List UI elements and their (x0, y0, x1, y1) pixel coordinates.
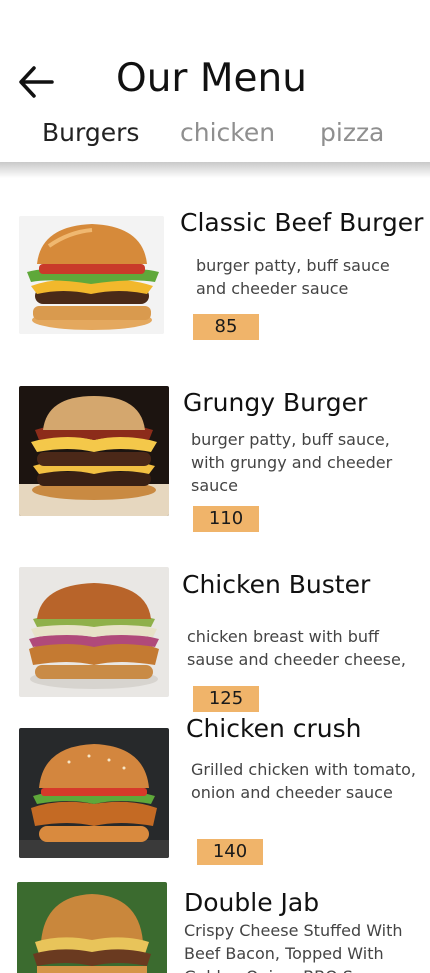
arrow-left-icon (19, 66, 54, 98)
menu-item[interactable]: Chicken Buster chicken breast with buff … (0, 567, 430, 717)
chicken-buster-image (19, 567, 169, 697)
menu-list: Classic Beef Burger burger patty, buff s… (0, 180, 430, 973)
back-button[interactable] (16, 62, 56, 102)
item-name: Chicken Buster (182, 570, 371, 599)
item-name: Double Jab (184, 888, 320, 917)
item-name: Grungy Burger (183, 388, 368, 417)
item-description: chicken breast with buff sause and cheed… (187, 627, 406, 669)
price-badge: 140 (197, 839, 263, 865)
item-description: burger patty, buff sauce, with grungy an… (191, 430, 393, 495)
price-badge: 85 (193, 314, 259, 340)
double-jab-image (17, 882, 167, 973)
item-description: Grilled chicken with tomato, onion and c… (191, 760, 416, 802)
chicken-crush-image (19, 728, 169, 858)
header-divider (0, 162, 430, 178)
menu-item[interactable]: Chicken crush Grilled chicken with tomat… (0, 714, 430, 878)
price-badge: 125 (193, 686, 259, 712)
item-description: Crispy Cheese Stuffed With Beef Bacon, T… (184, 921, 403, 973)
item-name: Classic Beef Burger (180, 208, 424, 237)
item-name: Chicken crush (186, 714, 362, 743)
item-description: burger patty, buff sauce and cheeder sau… (196, 256, 390, 298)
menu-screen: Our Menu Burgers chicken pizza Classic B… (0, 0, 430, 973)
menu-item[interactable]: Double Jab Crispy Cheese Stuffed With Be… (0, 882, 430, 973)
tab-chicken[interactable]: chicken (180, 118, 275, 147)
classic-beef-burger-image (19, 216, 164, 334)
price-badge: 110 (193, 506, 259, 532)
menu-item[interactable]: Classic Beef Burger burger patty, buff s… (0, 208, 430, 366)
page-title: Our Menu (116, 56, 307, 101)
tab-pizza[interactable]: pizza (320, 118, 384, 147)
category-tabs: Burgers chicken pizza (0, 118, 430, 158)
menu-item[interactable]: Grungy Burger burger patty, buff sauce, … (0, 386, 430, 536)
header: Our Menu Burgers chicken pizza (0, 0, 430, 164)
grungy-burger-image (19, 386, 169, 516)
tab-burgers[interactable]: Burgers (42, 118, 139, 147)
